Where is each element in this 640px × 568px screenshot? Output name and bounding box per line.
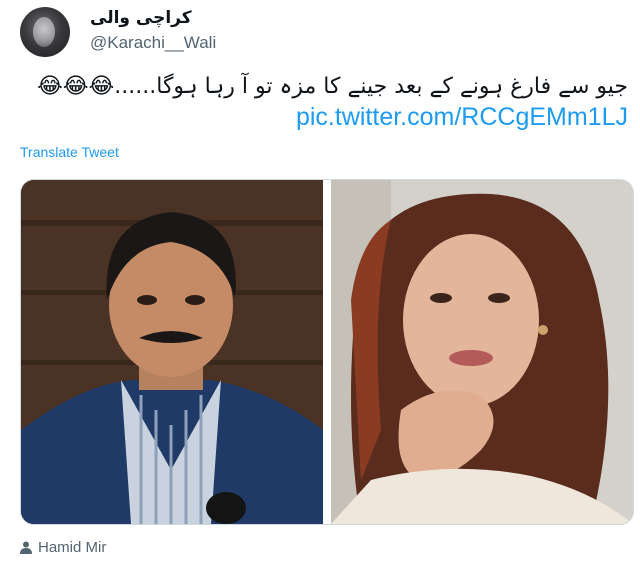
person-icon xyxy=(20,541,32,554)
photo-man-illustration xyxy=(21,180,323,524)
tagged-person-name: Hamid Mir xyxy=(38,539,107,556)
avatar[interactable] xyxy=(20,7,70,57)
photo-man[interactable] xyxy=(21,180,323,524)
laughing-emoji: 😂😂😂 xyxy=(37,74,115,99)
media-link[interactable]: pic.twitter.com/RCCgEMm1LJ xyxy=(296,103,628,132)
media-grid[interactable] xyxy=(20,179,634,525)
photo-woman[interactable] xyxy=(331,180,633,524)
translate-tweet-button[interactable]: Translate Tweet xyxy=(20,144,119,160)
user-handle[interactable]: @Karachi__Wali xyxy=(90,33,216,53)
tweet-body: جیو سے فارغ ہونے کے بعد جینے کا مزہ تو آ… xyxy=(114,74,628,99)
tagged-people[interactable]: Hamid Mir xyxy=(20,539,106,556)
display-name[interactable]: كراچی والی xyxy=(90,8,192,28)
photo-woman-illustration xyxy=(331,180,633,524)
tweet-text: جیو سے فارغ ہونے کے بعد جینے کا مزہ تو آ… xyxy=(37,72,628,102)
avatar-face xyxy=(33,17,55,47)
